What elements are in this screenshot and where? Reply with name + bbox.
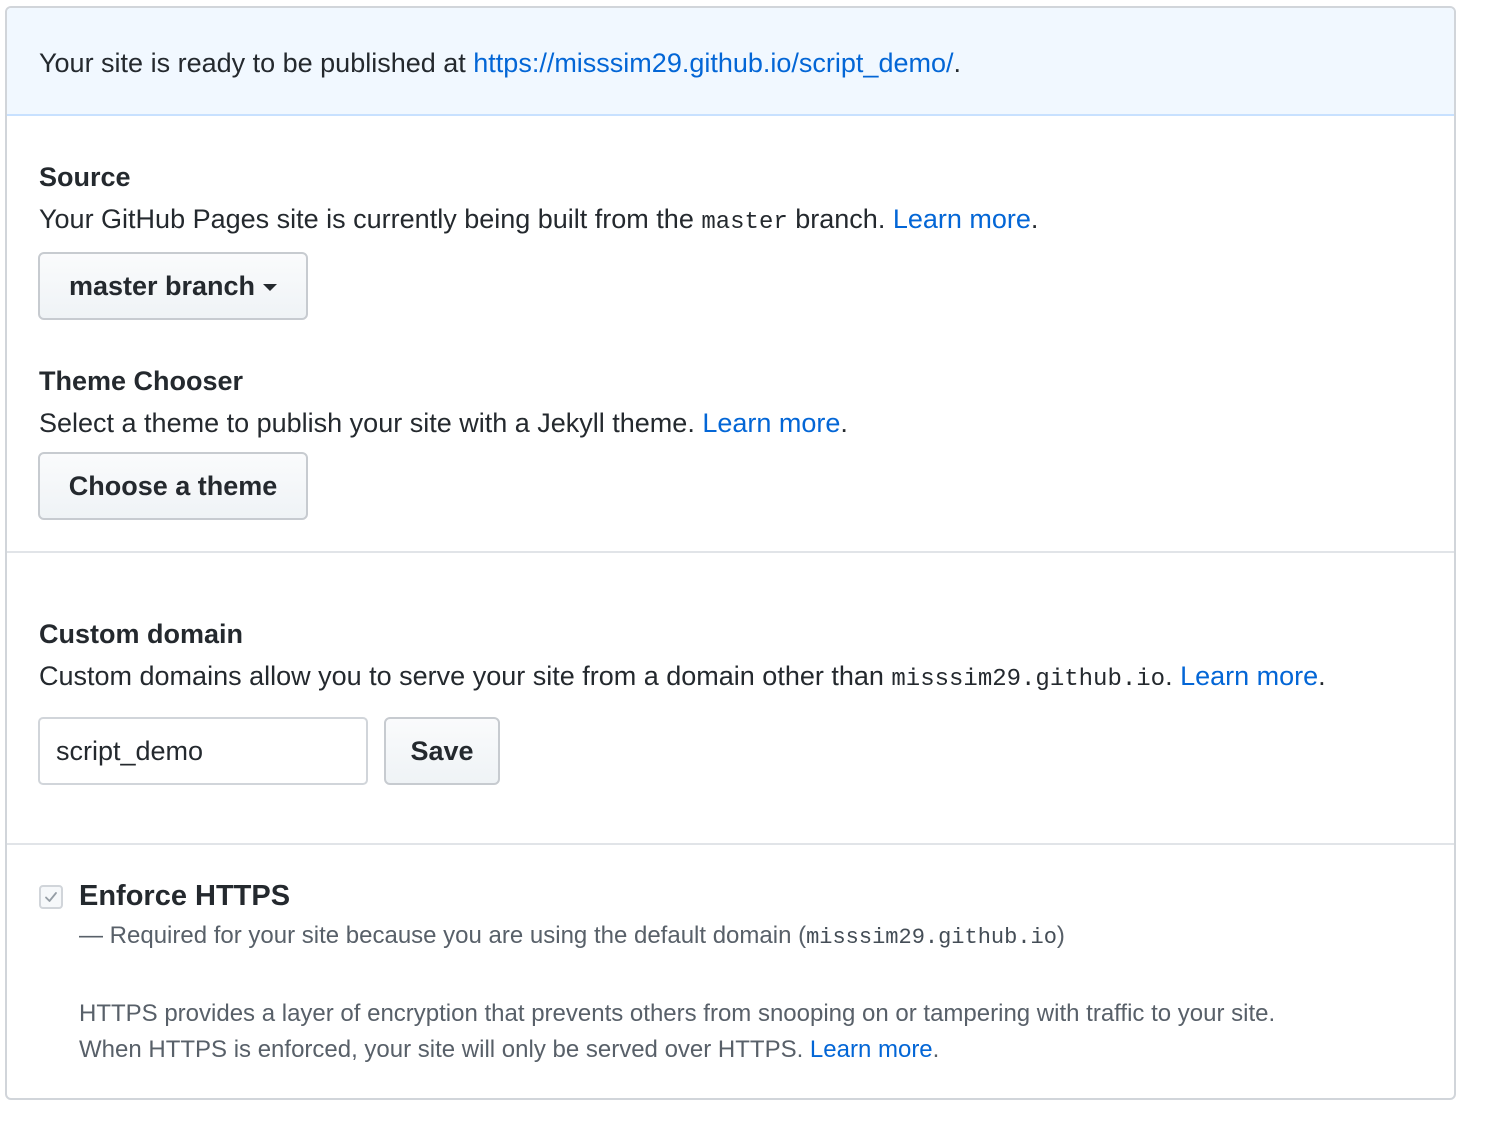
branch-select-label: master branch	[68, 270, 256, 301]
github-pages-settings-panel: Your site is ready to be published at ht…	[5, 6, 1456, 1100]
enforce-https-section: Enforce HTTPS — Required for your site b…	[7, 845, 1454, 1098]
save-button[interactable]: Save	[384, 717, 500, 785]
custom-domain-learn-more-link[interactable]: Learn more	[1180, 661, 1318, 691]
source-desc-suffix: branch.	[787, 204, 893, 234]
chevron-down-icon	[263, 283, 278, 291]
enforce-https-title: Enforce HTTPS	[79, 880, 291, 912]
enforce-https-checkbox[interactable]	[39, 885, 63, 909]
custom-domain-input[interactable]	[38, 717, 368, 785]
https-info-line-1: HTTPS provides a layer of encryption tha…	[79, 1000, 1276, 1027]
source-learn-more-link[interactable]: Learn more	[893, 204, 1031, 234]
source-section: Source Your GitHub Pages site is current…	[7, 116, 1454, 553]
default-domain-code: misssim29.github.io	[891, 666, 1166, 693]
branch-code: master	[701, 209, 788, 236]
branch-select-button[interactable]: master branch	[38, 252, 308, 320]
source-desc-text: Your GitHub Pages site is currently bein…	[39, 204, 702, 234]
source-description: Your GitHub Pages site is currently bein…	[39, 202, 1038, 240]
custom-domain-description: Custom domains allow you to serve your s…	[39, 659, 1326, 697]
https-info-line-2: When HTTPS is enforced, your site will o…	[79, 1035, 939, 1065]
checkmark-icon	[45, 892, 57, 902]
https-required-note: — Required for your site because you are…	[79, 921, 1065, 953]
banner-text: Your site is ready to be published at	[39, 48, 474, 78]
https-required-text: — Required for your site because you are…	[79, 922, 807, 949]
source-period: .	[1030, 204, 1039, 234]
theme-desc-text: Select a theme to publish your site with…	[39, 408, 703, 438]
https-period: .	[932, 1036, 940, 1063]
custom-domain-period: .	[1318, 661, 1326, 691]
theme-learn-more-link[interactable]: Learn more	[702, 408, 840, 438]
https-required-suffix: )	[1056, 922, 1065, 949]
https-learn-more-link[interactable]: Learn more	[810, 1036, 933, 1063]
custom-domain-desc-suffix: .	[1165, 661, 1181, 691]
theme-heading: Theme Chooser	[39, 366, 244, 396]
https-info-line-2-text: When HTTPS is enforced, your site will o…	[79, 1036, 810, 1063]
custom-domain-section: Custom domain Custom domains allow you t…	[7, 553, 1454, 845]
theme-description: Select a theme to publish your site with…	[39, 406, 848, 440]
https-required-domain: misssim29.github.io	[806, 925, 1057, 950]
theme-period: .	[840, 408, 848, 438]
choose-theme-button[interactable]: Choose a theme	[38, 452, 308, 520]
custom-domain-heading: Custom domain	[39, 619, 244, 649]
site-url-link[interactable]: https://misssim29.github.io/script_demo/	[473, 48, 953, 78]
source-heading: Source	[39, 162, 131, 192]
custom-domain-desc-text: Custom domains allow you to serve your s…	[39, 661, 892, 691]
published-banner: Your site is ready to be published at ht…	[7, 8, 1454, 116]
banner-period: .	[953, 48, 961, 78]
